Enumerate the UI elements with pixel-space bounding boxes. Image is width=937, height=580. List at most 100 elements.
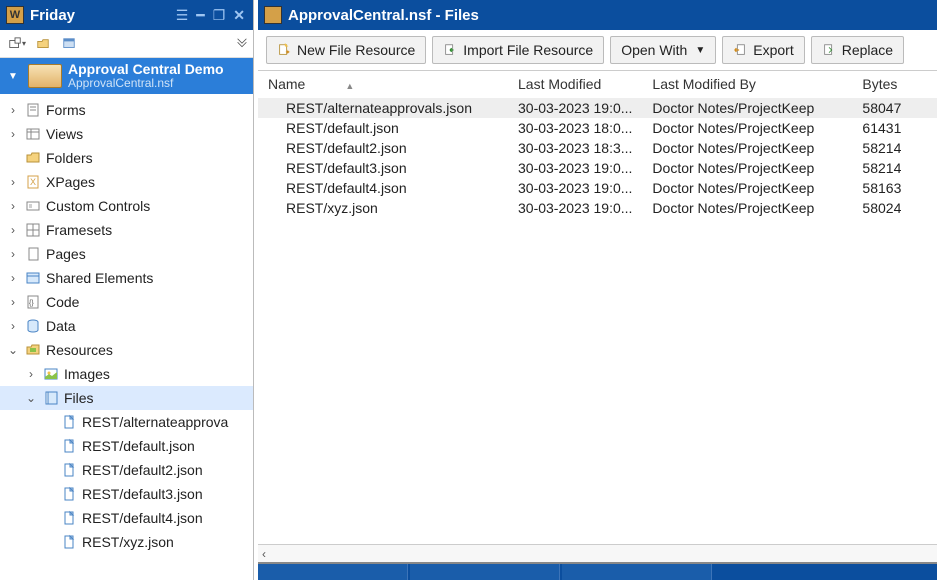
table-row[interactable]: REST/default4.json30-03-2023 19:0...Doct… <box>258 178 937 198</box>
file-icon <box>60 509 78 527</box>
project-banner[interactable]: ▼ Approval Central Demo ApprovalCentral.… <box>0 58 253 94</box>
minimize-icon[interactable]: ━ <box>196 7 204 24</box>
chevron-down-icon: ▼ <box>695 45 705 56</box>
tree-item-shared-elements[interactable]: ›Shared Elements <box>0 266 253 290</box>
bottom-tab[interactable] <box>258 564 408 580</box>
tree-item-pages[interactable]: ›Pages <box>0 242 253 266</box>
tree-item-custom-controls[interactable]: ›Custom Controls <box>0 194 253 218</box>
bottom-tab-bar <box>258 562 937 580</box>
data-icon <box>24 317 42 335</box>
file-table-wrap[interactable]: Name▲ Last Modified Last Modified By Byt… <box>258 71 937 544</box>
editor-icon <box>264 6 282 24</box>
horizontal-scrollbar[interactable]: ‹ <box>258 544 937 562</box>
folder-icon <box>24 149 42 167</box>
form-icon <box>24 101 42 119</box>
table-row[interactable]: REST/default2.json30-03-2023 18:3...Doct… <box>258 138 937 158</box>
chevron-down-icon[interactable]: ▼ <box>4 71 22 82</box>
svg-text:✦: ✦ <box>285 48 291 56</box>
tree-file-item[interactable]: REST/default2.json <box>0 458 253 482</box>
col-modified-by[interactable]: Last Modified By <box>642 71 852 98</box>
project-icon <box>28 64 62 88</box>
app-icon: W <box>6 6 24 24</box>
cell-modified-by: Doctor Notes/ProjectKeep <box>642 138 852 158</box>
replace-button[interactable]: Replace <box>811 36 904 64</box>
import-file-resource-button[interactable]: Import File Resource <box>432 36 604 64</box>
tree-item-framesets[interactable]: ›Framesets <box>0 218 253 242</box>
custom-controls-icon <box>24 197 42 215</box>
cell-modified: 30-03-2023 19:0... <box>508 158 642 178</box>
table-row[interactable]: REST/default.json30-03-2023 18:0...Docto… <box>258 118 937 138</box>
tree-file-item[interactable]: REST/default3.json <box>0 482 253 506</box>
cell-name: REST/xyz.json <box>258 198 508 218</box>
shared-icon <box>24 269 42 287</box>
design-tree[interactable]: ›Forms ›Views Folders ›XXPages ›Custom C… <box>0 94 253 580</box>
window-controls: ☰ ━ ❐ ✕ <box>176 7 253 24</box>
tree-item-xpages[interactable]: ›XXPages <box>0 170 253 194</box>
scroll-left-icon[interactable]: ‹ <box>262 547 266 561</box>
new-file-resource-button[interactable]: ✦New File Resource <box>266 36 426 64</box>
col-name[interactable]: Name▲ <box>258 71 508 98</box>
file-icon <box>60 413 78 431</box>
cell-modified: 30-03-2023 18:3... <box>508 138 642 158</box>
cell-modified-by: Doctor Notes/ProjectKeep <box>642 98 852 119</box>
tree-item-data[interactable]: ›Data <box>0 314 253 338</box>
tree-item-images[interactable]: ›Images <box>0 362 253 386</box>
project-title: Approval Central Demo <box>68 62 224 77</box>
resources-icon <box>24 341 42 359</box>
editor-titlebar: ApprovalCentral.nsf - Files <box>258 0 937 30</box>
cell-bytes: 58214 <box>852 138 937 158</box>
tree-file-label: REST/xyz.json <box>82 534 174 550</box>
cell-modified: 30-03-2023 19:0... <box>508 98 642 119</box>
tree-item-code[interactable]: ›{}Code <box>0 290 253 314</box>
tree-file-label: REST/default2.json <box>82 462 203 478</box>
cell-name: REST/default3.json <box>258 158 508 178</box>
tree-item-files[interactable]: ⌄Files <box>0 386 253 410</box>
restore-icon[interactable]: ❐ <box>213 7 226 24</box>
sort-asc-icon: ▲ <box>345 81 354 91</box>
close-icon[interactable]: ✕ <box>233 7 245 24</box>
tree-item-forms[interactable]: ›Forms <box>0 98 253 122</box>
card-view-button[interactable] <box>58 34 80 54</box>
bottom-tab[interactable] <box>410 564 560 580</box>
tree-file-item[interactable]: REST/alternateapprova <box>0 410 253 434</box>
new-project-button[interactable]: ▾ <box>6 34 28 54</box>
cell-modified-by: Doctor Notes/ProjectKeep <box>642 158 852 178</box>
cell-name: REST/default4.json <box>258 178 508 198</box>
list-mode-icon[interactable]: ☰ <box>176 7 189 24</box>
tree-item-folders[interactable]: Folders <box>0 146 253 170</box>
tree-item-views[interactable]: ›Views <box>0 122 253 146</box>
export-button[interactable]: Export <box>722 36 804 64</box>
cell-bytes: 58047 <box>852 98 937 119</box>
open-with-button[interactable]: Open With▼ <box>610 36 716 64</box>
cell-modified: 30-03-2023 18:0... <box>508 118 642 138</box>
open-project-button[interactable] <box>32 34 54 54</box>
pages-icon <box>24 245 42 263</box>
tree-item-resources[interactable]: ⌄Resources <box>0 338 253 362</box>
col-bytes[interactable]: Bytes <box>852 71 937 98</box>
cell-name: REST/default2.json <box>258 138 508 158</box>
xpages-icon: X <box>24 173 42 191</box>
collapse-all-button[interactable] <box>231 34 253 54</box>
table-row[interactable]: REST/xyz.json30-03-2023 19:0...Doctor No… <box>258 198 937 218</box>
tree-file-item[interactable]: REST/default.json <box>0 434 253 458</box>
cell-modified: 30-03-2023 19:0... <box>508 198 642 218</box>
tree-file-label: REST/alternateapprova <box>82 414 228 430</box>
table-row[interactable]: REST/alternateapprovals.json30-03-2023 1… <box>258 98 937 119</box>
cell-modified-by: Doctor Notes/ProjectKeep <box>642 118 852 138</box>
navigator-pane: W Friday ☰ ━ ❐ ✕ ▾ ▼ Approval Central De… <box>0 0 254 580</box>
file-icon <box>60 485 78 503</box>
project-subtitle: ApprovalCentral.nsf <box>68 77 224 90</box>
cell-name: REST/default.json <box>258 118 508 138</box>
bottom-tab[interactable] <box>562 564 712 580</box>
table-row[interactable]: REST/default3.json30-03-2023 19:0...Doct… <box>258 158 937 178</box>
tree-file-label: REST/default4.json <box>82 510 203 526</box>
col-modified[interactable]: Last Modified <box>508 71 642 98</box>
tree-file-item[interactable]: REST/default4.json <box>0 506 253 530</box>
file-icon <box>60 461 78 479</box>
cell-modified-by: Doctor Notes/ProjectKeep <box>642 198 852 218</box>
file-table: Name▲ Last Modified Last Modified By Byt… <box>258 71 937 218</box>
cell-bytes: 58163 <box>852 178 937 198</box>
editor-pane: ApprovalCentral.nsf - Files ✦New File Re… <box>258 0 937 580</box>
tree-file-item[interactable]: REST/xyz.json <box>0 530 253 554</box>
file-icon <box>60 533 78 551</box>
